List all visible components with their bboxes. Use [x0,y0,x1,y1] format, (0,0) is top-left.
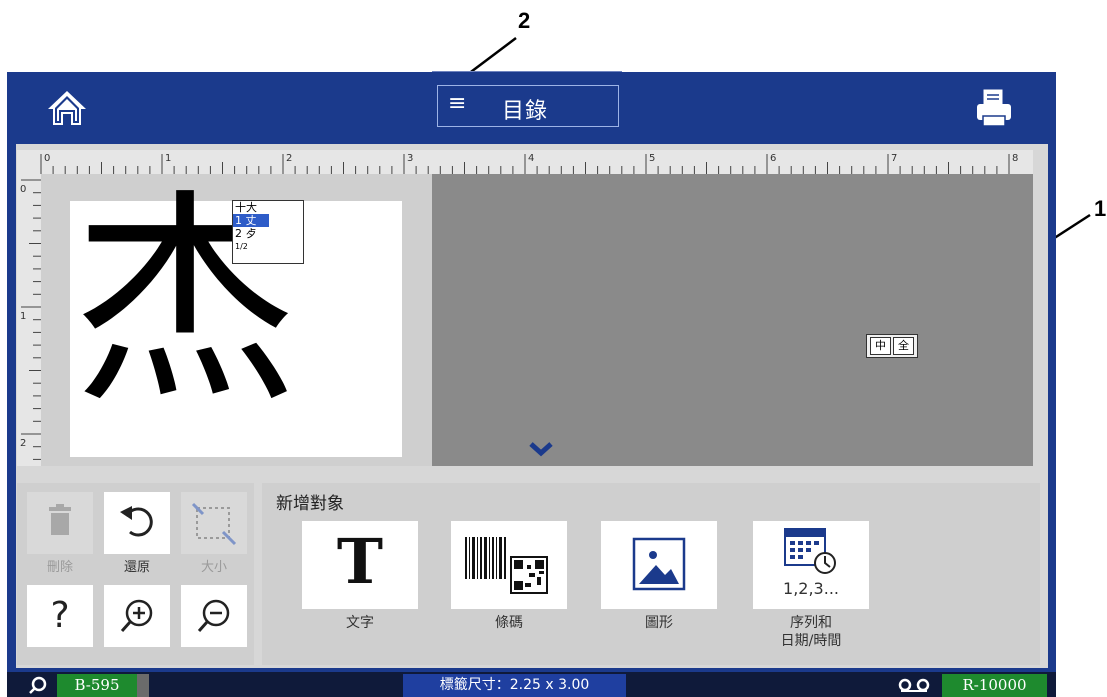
undo-button[interactable] [104,492,170,554]
ruler-number: 0 [20,184,26,195]
candidate-item-selected[interactable]: 1 丈 [233,214,269,227]
resize-icon [191,502,237,546]
menu-button[interactable]: ≡ 目錄 [437,85,619,127]
menu-label: 目錄 [502,99,549,124]
ribbon-icon [898,678,930,692]
printer-badge-edge [137,674,149,697]
ruler-number: 1 [165,153,171,164]
undo-icon [120,506,153,537]
print-button[interactable] [972,86,1016,130]
delete-label: 刪除 [46,560,73,575]
resize-button[interactable] [181,492,247,554]
printer-icon [977,89,1011,127]
hamburger-icon: ≡ [448,91,467,116]
resize-label: 大小 [200,560,227,575]
ruler-number: 7 [891,153,897,164]
home-icon [48,91,86,125]
chevron-down-icon [529,442,553,457]
ruler-number: 3 [407,153,413,164]
add-graphic-button[interactable] [601,521,717,609]
text-t-icon: T [336,525,384,598]
ime-chinese-toggle[interactable]: 中 [870,337,891,355]
ime-fullwidth-toggle[interactable]: 全 [893,337,914,355]
serial-icon-text: 1,2,3... [783,579,839,598]
add-serial-label-1: 序列和 [790,615,832,631]
printer-status-icon [29,676,47,694]
ruler-number: 5 [649,153,655,164]
undo-label: 還原 [123,560,150,575]
label-size-badge[interactable]: 標籤尺寸：2.25 x 3.00 [403,674,626,697]
expand-chevron-button[interactable] [527,436,555,460]
zoom-in-button[interactable] [104,585,170,647]
calendar-clock-icon [784,528,836,574]
ruler-number: 4 [528,153,534,164]
candidate-item[interactable]: 2 歺 [233,227,303,240]
candidate-item[interactable]: 1/2 [233,240,303,253]
ruler-left-ticks: 0 1 2 [20,179,41,460]
ruler-number: 8 [1012,153,1018,164]
off-label-area [432,174,1033,466]
add-barcode-label: 條碼 [495,615,523,631]
ruler-number: 6 [770,153,776,164]
zoom-out-icon [197,599,230,632]
zoom-out-button[interactable] [181,585,247,647]
add-serial-button[interactable]: 1,2,3... [753,521,869,609]
add-serial-label-2: 日期/時間 [780,633,842,649]
image-icon [632,537,686,591]
printer-model-badge[interactable]: B-595 [57,674,137,697]
add-text-button[interactable]: T [302,521,418,609]
add-object-heading: 新增對象 [276,494,344,514]
callout-1: 1 [1094,196,1107,221]
add-text-label: 文字 [346,615,374,631]
help-button[interactable]: ? [27,585,93,647]
barcode-icon [465,537,548,594]
ruler-left: 0 1 2 [17,174,42,466]
header-bar: ≡ 目錄 [7,72,1056,144]
candidate-item[interactable]: 十大 [233,201,303,214]
add-graphic-label: 圖形 [645,615,673,631]
zoom-in-icon [120,599,153,632]
callout-2: 2 [518,8,531,33]
add-barcode-button[interactable] [451,521,567,609]
ruler-number: 1 [20,311,26,322]
ribbon-badge[interactable]: R-10000 [942,674,1047,697]
status-bar: B-595 標籤尺寸：2.25 x 3.00 R-10000 [7,672,1056,697]
ruler-number: 2 [286,153,292,164]
ruler-number: 0 [44,153,50,164]
trash-icon [49,504,71,535]
delete-button[interactable] [27,492,93,554]
home-button[interactable] [44,85,90,131]
ruler-number: 2 [20,438,26,449]
ime-candidate-popup[interactable]: 十大 1 丈 2 歺 1/2 [232,200,304,264]
ime-toggle[interactable]: 中 全 [866,334,918,358]
